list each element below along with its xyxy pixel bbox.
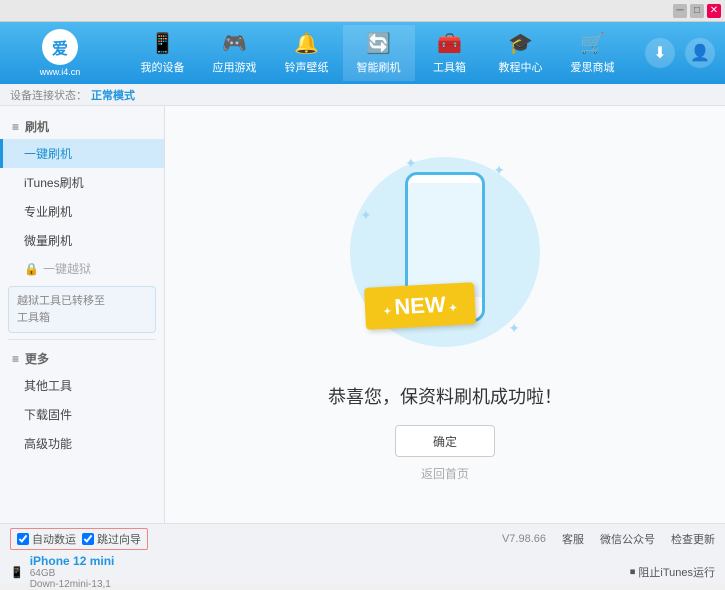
- title-bar: ─ □ ✕: [0, 0, 725, 22]
- nav-item-toolbox[interactable]: 🧰 工具箱: [415, 25, 485, 81]
- sidebar-group-more: ≡ 更多: [0, 346, 164, 371]
- wechat-link[interactable]: 微信公众号: [600, 531, 655, 547]
- nav-item-ringtones[interactable]: 🔔 铃声壁纸: [271, 25, 343, 81]
- top-navigation: 爱 www.i4.cn 📱 我的设备 🎮 应用游戏 🔔 铃声壁纸 🔄 智能刷机 …: [0, 22, 725, 84]
- nav-icon-apps-games: 🎮: [222, 31, 247, 56]
- sidebar-label-other-tools: 其他工具: [24, 379, 72, 393]
- sidebar-group-flash: ≡ 刷机: [0, 114, 164, 139]
- checkbox-skip-wizard[interactable]: 跳过向导: [82, 531, 141, 547]
- success-text: 恭喜您，保资料刷机成功啦！: [328, 383, 562, 409]
- nav-icon-tutorials: 🎓: [508, 31, 533, 56]
- nav-right: ⬇ 👤: [645, 38, 715, 68]
- nav-item-shop[interactable]: 🛒 爱思商城: [557, 25, 629, 81]
- checkbox-auto-connect[interactable]: 自动数运: [17, 531, 76, 547]
- minimize-button[interactable]: ─: [673, 4, 687, 18]
- nav-label-my-device: 我的设备: [141, 59, 185, 75]
- checkbox-auto-connect-input[interactable]: [17, 533, 29, 545]
- nav-label-ringtones: 铃声壁纸: [285, 59, 329, 75]
- logo-url: www.i4.cn: [40, 67, 81, 77]
- nav-label-apps-games: 应用游戏: [213, 59, 257, 75]
- sidebar-divider: [8, 339, 156, 340]
- status-label: 设备连接状态：: [10, 87, 87, 103]
- device-phone-icon: 📱: [10, 566, 24, 579]
- sidebar-label-advanced: 高级功能: [24, 437, 72, 451]
- device-name: iPhone 12 mini: [30, 554, 115, 568]
- nav-label-shop: 爱思商城: [571, 59, 615, 75]
- sidebar-note-line1: 越狱工具已转移至: [17, 295, 105, 307]
- nav-label-smart-shop: 智能刷机: [357, 59, 401, 75]
- nav-icon-ringtones: 🔔: [294, 31, 319, 56]
- nav-label-toolbox: 工具箱: [433, 59, 466, 75]
- device-storage: 64GB: [30, 568, 115, 579]
- device-info-block: iPhone 12 mini 64GB Down-12mini-13,1: [30, 554, 115, 590]
- window-controls: ─ □ ✕: [673, 4, 721, 18]
- sidebar-group1-title: 刷机: [25, 118, 49, 135]
- nav-item-my-device[interactable]: 📱 我的设备: [127, 25, 199, 81]
- sidebar-label-download-firmware: 下载固件: [24, 408, 72, 422]
- service-link[interactable]: 客服: [562, 531, 584, 547]
- logo-icon: 爱: [42, 29, 78, 65]
- sidebar-label-micro-flash: 微量刷机: [24, 234, 72, 248]
- checkbox-skip-wizard-input[interactable]: [82, 533, 94, 545]
- sidebar-item-itunes-flash[interactable]: iTunes刷机: [0, 168, 164, 197]
- nav-icon-shop: 🛒: [580, 31, 605, 56]
- phone-screen: [408, 183, 482, 297]
- sidebar-item-one-click-flash[interactable]: 一键刷机: [0, 139, 164, 168]
- close-button[interactable]: ✕: [707, 4, 721, 18]
- sparkle-3: ✦: [360, 207, 372, 224]
- sidebar-group2-title: 更多: [25, 350, 49, 367]
- status-value: 正常模式: [91, 87, 135, 103]
- main-area: ≡ 刷机 一键刷机 iTunes刷机 专业刷机 微量刷机 🔒 一键越狱 越狱工具…: [0, 106, 725, 523]
- nav-icon-my-device: 📱: [150, 31, 175, 56]
- user-button[interactable]: 👤: [685, 38, 715, 68]
- nav-label-tutorials: 教程中心: [499, 59, 543, 75]
- confirm-button[interactable]: 确定: [395, 425, 495, 457]
- stop-itunes-button[interactable]: ⏹ 阻止iTunes运行: [630, 564, 715, 580]
- sidebar: ≡ 刷机 一键刷机 iTunes刷机 专业刷机 微量刷机 🔒 一键越狱 越狱工具…: [0, 106, 165, 523]
- stop-icon: ⏹: [630, 566, 636, 579]
- checkbox-skip-wizard-label: 跳过向导: [97, 531, 141, 547]
- nav-items: 📱 我的设备 🎮 应用游戏 🔔 铃声壁纸 🔄 智能刷机 🧰 工具箱 🎓 教程中心…: [110, 25, 645, 81]
- sidebar-item-advanced[interactable]: 高级功能: [0, 429, 164, 458]
- download-button[interactable]: ⬇: [645, 38, 675, 68]
- nav-item-smart-shop[interactable]: 🔄 智能刷机: [343, 25, 415, 81]
- bottom-left: 自动数运 跳过向导: [10, 528, 502, 550]
- sparkle-2: ✦: [493, 162, 505, 179]
- sidebar-item-pro-flash[interactable]: 专业刷机: [0, 197, 164, 226]
- sidebar-item-micro-flash[interactable]: 微量刷机: [0, 226, 164, 255]
- check-update-link[interactable]: 检查更新: [671, 531, 715, 547]
- device-firmware: Down-12mini-13,1: [30, 579, 115, 590]
- content-area: ✦ ✦ ✦ ✦ NEW 恭喜您，保资料刷机成功啦！ 确定 返回首页: [165, 106, 725, 523]
- nav-icon-smart-shop: 🔄: [366, 31, 391, 56]
- bottom-right: V7.98.66 客服 微信公众号 检查更新: [502, 531, 715, 547]
- back-link[interactable]: 返回首页: [421, 465, 469, 482]
- logo-area[interactable]: 爱 www.i4.cn: [10, 29, 110, 77]
- status-bar: 设备连接状态： 正常模式: [0, 84, 725, 106]
- lock-icon: 🔒: [24, 262, 39, 276]
- sidebar-note-line2: 工具箱: [17, 312, 50, 324]
- checkbox-auto-connect-label: 自动数运: [32, 531, 76, 547]
- sidebar-note: 越狱工具已转移至 工具箱: [8, 286, 156, 333]
- maximize-button[interactable]: □: [690, 4, 704, 18]
- sidebar-label-one-click-flash: 一键刷机: [24, 147, 72, 161]
- version-text: V7.98.66: [502, 533, 546, 545]
- sidebar-item-jailbreak-disabled: 🔒 一键越狱: [0, 255, 164, 282]
- flash-icon: ≡: [12, 120, 19, 134]
- nav-item-tutorials[interactable]: 🎓 教程中心: [485, 25, 557, 81]
- stop-itunes-label: 阻止iTunes运行: [638, 564, 715, 580]
- sparkle-4: ✦: [508, 320, 520, 337]
- sidebar-label-itunes-flash: iTunes刷机: [24, 176, 84, 190]
- sidebar-item-other-tools[interactable]: 其他工具: [0, 371, 164, 400]
- sparkle-1: ✦: [405, 155, 417, 172]
- new-ribbon: NEW: [364, 282, 476, 330]
- more-icon: ≡: [12, 352, 19, 366]
- phone-illustration: ✦ ✦ ✦ ✦ NEW: [345, 147, 545, 367]
- sidebar-label-pro-flash: 专业刷机: [24, 205, 72, 219]
- nav-icon-toolbox: 🧰: [437, 31, 462, 56]
- bottom-bar: 自动数运 跳过向导 V7.98.66 客服 微信公众号 检查更新 📱 iPhon…: [0, 523, 725, 583]
- nav-item-apps-games[interactable]: 🎮 应用游戏: [199, 25, 271, 81]
- sidebar-item-download-firmware[interactable]: 下载固件: [0, 400, 164, 429]
- sidebar-label-jailbreak: 一键越狱: [43, 260, 91, 277]
